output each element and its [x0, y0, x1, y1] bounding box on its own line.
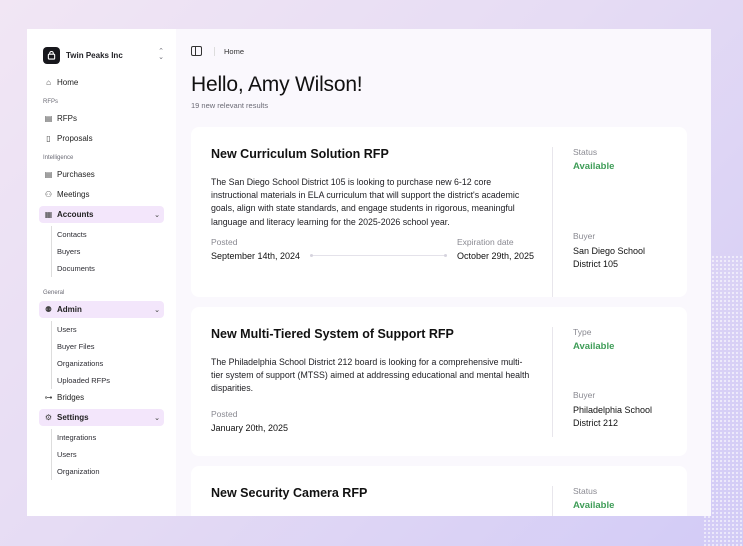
posted-label: Posted [211, 408, 238, 419]
rfp-card-body: New Multi-Tiered System of Support RFP T… [211, 327, 553, 437]
sidebar-item-label: Meetings [57, 190, 90, 199]
rfp-card[interactable]: New Curriculum Solution RFP The San Dieg… [191, 127, 687, 297]
rfp-card-body: New Security Camera RFP [211, 486, 553, 516]
chevron-down-icon: ⌄ [154, 414, 160, 422]
sidebar-item-proposals[interactable]: ▯ Proposals [39, 130, 164, 147]
section-label-intelligence: Intelligence [43, 155, 74, 161]
sidebar-subitem-buyers[interactable]: Buyers [57, 243, 164, 260]
sidebar-item-label: Settings [57, 413, 89, 422]
rfp-dates: Posted January 20th, 2025 [211, 409, 534, 433]
sidebar-item-label: Bridges [57, 393, 85, 402]
main-content: Home Hello, Amy Wilson! 19 new relevant … [176, 29, 711, 516]
section-label-rfps: RFPs [43, 99, 58, 105]
org-logo-icon [43, 46, 60, 64]
sidebar-subitem-buyer-files[interactable]: Buyer Files [57, 338, 164, 355]
sidebar-subitem-documents[interactable]: Documents [57, 260, 164, 277]
admin-submenu: Users Buyer Files Organizations Uploaded… [51, 321, 164, 389]
status-label: Status [573, 486, 598, 496]
chevron-up-down-icon: ⌃ ⌄ [158, 48, 164, 61]
rfp-meta: Status Available [553, 486, 667, 516]
section-label-general: General [43, 290, 65, 296]
buyer-label: Buyer [573, 390, 596, 400]
sidebar-subitem-organization[interactable]: Organization [57, 463, 164, 480]
page-title: Hello, Amy Wilson! [191, 73, 363, 96]
results-count: 19 new relevant results [191, 101, 269, 110]
status-badge: Available [573, 341, 615, 352]
sidebar-item-label: Accounts [57, 210, 94, 219]
status-badge: Available [573, 500, 615, 511]
sidebar-item-admin[interactable]: ⚉ Admin ⌄ [39, 301, 164, 318]
rfp-meta: Type Available Buyer Philadelphia School… [553, 327, 667, 456]
status-label: Status [573, 147, 598, 157]
sidebar-subitem-users[interactable]: Users [57, 321, 164, 338]
sidebar-subitem-contacts[interactable]: Contacts [57, 226, 164, 243]
accounts-submenu: Contacts Buyers Documents [51, 226, 164, 277]
posted-label: Posted [211, 236, 238, 247]
timeline-line [310, 253, 447, 257]
rfp-title[interactable]: New Security Camera RFP [211, 486, 534, 500]
sidebar-item-home[interactable]: ⌂ Home [39, 74, 164, 91]
status-badge: Available [573, 161, 615, 172]
clipboard-icon: ▤ [44, 114, 53, 123]
buyer-value[interactable]: San Diego School District 105 [573, 245, 667, 271]
rfp-description: The Philadelphia School District 212 boa… [211, 357, 530, 394]
link-icon: ⊶ [44, 393, 53, 402]
sidebar-toggle-icon[interactable] [191, 46, 202, 56]
user-cog-icon: ⚉ [44, 305, 53, 314]
expiration-value: October 29th, 2025 [456, 250, 534, 261]
rfp-title[interactable]: New Curriculum Solution RFP [211, 147, 534, 161]
rfp-card[interactable]: New Security Camera RFP Status Available [191, 466, 687, 516]
sidebar-item-label: Proposals [57, 134, 93, 143]
topbar: Home [191, 29, 687, 73]
sidebar-item-purchases[interactable]: ▤ Purchases [39, 166, 164, 183]
rfp-title[interactable]: New Multi-Tiered System of Support RFP [211, 327, 534, 341]
sidebar-subitem-uploaded-rfps[interactable]: Uploaded RFPs [57, 372, 164, 389]
sidebar-subitem-organizations[interactable]: Organizations [57, 355, 164, 372]
posted-value: September 14th, 2024 [211, 250, 301, 261]
chevron-down-icon: ⌄ [154, 211, 160, 219]
org-name: Twin Peaks Inc [66, 50, 123, 60]
rfp-card[interactable]: New Multi-Tiered System of Support RFP T… [191, 307, 687, 456]
rfp-card-body: New Curriculum Solution RFP The San Dieg… [211, 147, 553, 297]
home-icon: ⌂ [46, 78, 51, 87]
rfp-meta: Status Available Buyer San Diego School … [553, 147, 667, 297]
posted-date: Posted September 14th, 2024 [211, 237, 300, 261]
sidebar-item-label: Purchases [57, 170, 95, 179]
sidebar-item-label: RFPs [57, 114, 77, 123]
buyer-value[interactable]: Philadelphia School District 212 [573, 404, 667, 430]
sidebar-item-bridges[interactable]: ⊶ Bridges [39, 389, 164, 406]
rfp-dates: Posted September 14th, 2024 Expiration d… [211, 237, 534, 261]
sidebar-subitem-users[interactable]: Users [57, 446, 164, 463]
type-label: Type [573, 327, 592, 337]
building-icon: ▦ [44, 210, 53, 219]
document-icon: ▯ [46, 134, 51, 143]
sidebar-item-accounts[interactable]: ▦ Accounts ⌄ [39, 206, 164, 223]
expiration-label: Expiration date [456, 236, 514, 247]
posted-date: Posted January 20th, 2025 [211, 409, 288, 433]
settings-submenu: Integrations Users Organization [51, 429, 164, 480]
sidebar-item-rfps[interactable]: ▤ RFPs [39, 110, 164, 127]
posted-value: January 20th, 2025 [211, 422, 289, 433]
sidebar-item-meetings[interactable]: ⚇ Meetings [39, 186, 164, 203]
gear-icon: ⚙ [44, 413, 53, 422]
breadcrumb[interactable]: Home [214, 46, 244, 56]
receipt-icon: ▤ [44, 170, 53, 179]
chevron-down-icon: ⌄ [154, 306, 160, 314]
app-window: Twin Peaks Inc ⌃ ⌄ ⌂ Home RFPs ▤ RFPs ▯ P… [27, 29, 711, 516]
buyer-label: Buyer [573, 231, 596, 241]
sidebar-subitem-integrations[interactable]: Integrations [57, 429, 164, 446]
sidebar-item-label: Admin [57, 305, 82, 314]
org-switcher[interactable]: Twin Peaks Inc ⌃ ⌄ [39, 45, 164, 65]
sidebar: Twin Peaks Inc ⌃ ⌄ ⌂ Home RFPs ▤ RFPs ▯ P… [27, 29, 176, 516]
rfp-description: The San Diego School District 105 is loo… [211, 177, 520, 227]
sidebar-item-settings[interactable]: ⚙ Settings ⌄ [39, 409, 164, 426]
sidebar-item-label: Home [57, 78, 79, 87]
expiration-date: Expiration date October 29th, 2025 [457, 237, 534, 261]
users-icon: ⚇ [44, 190, 53, 199]
